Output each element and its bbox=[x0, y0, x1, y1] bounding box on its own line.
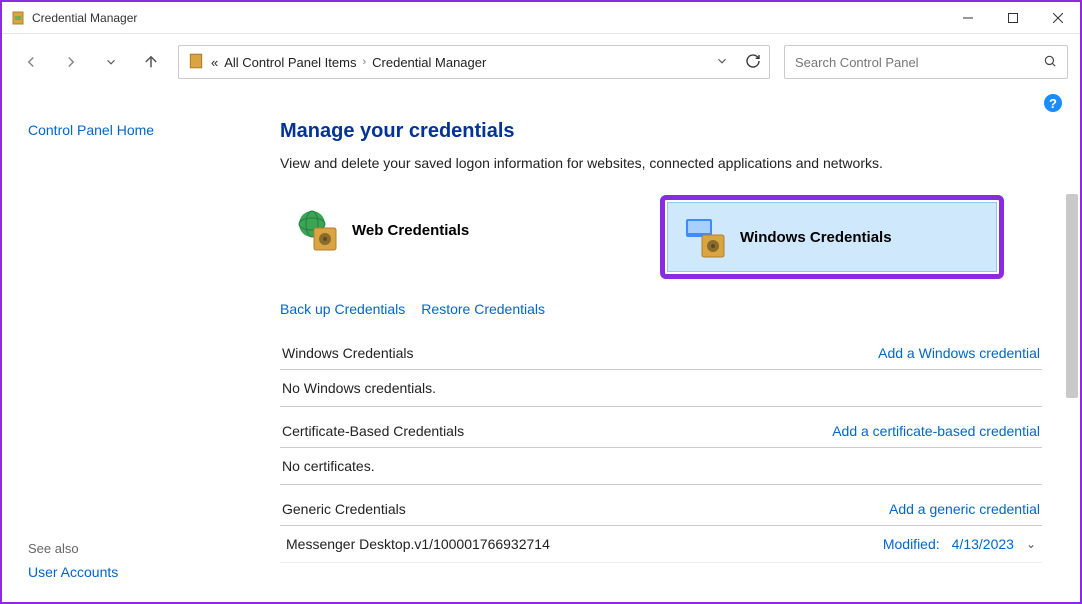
globe-safe-icon bbox=[296, 208, 340, 252]
minimize-button[interactable] bbox=[945, 3, 990, 33]
highlight-box: Windows Credentials bbox=[660, 195, 1004, 279]
main-panel: Manage your credentials View and delete … bbox=[262, 90, 1080, 602]
modified-date: 4/13/2023 bbox=[952, 536, 1014, 552]
breadcrumb-item[interactable]: All Control Panel Items bbox=[224, 55, 356, 70]
nav-back-button[interactable] bbox=[14, 45, 48, 79]
section-title: Certificate-Based Credentials bbox=[282, 423, 464, 439]
section-title: Windows Credentials bbox=[282, 345, 414, 361]
window-title: Credential Manager bbox=[32, 11, 945, 25]
windows-credentials-section: Windows Credentials Add a Windows creden… bbox=[280, 337, 1042, 407]
page-title: Manage your credentials bbox=[280, 120, 1042, 143]
search-box[interactable] bbox=[784, 45, 1068, 79]
nav-forward-button[interactable] bbox=[54, 45, 88, 79]
windows-credentials-tile[interactable]: Windows Credentials bbox=[667, 202, 997, 272]
add-certificate-credential-link[interactable]: Add a certificate-based credential bbox=[832, 423, 1040, 439]
credential-name: Messenger Desktop.v1/100001766932714 bbox=[286, 536, 550, 552]
web-credentials-tile[interactable]: Web Credentials bbox=[280, 195, 600, 265]
control-panel-home-link[interactable]: Control Panel Home bbox=[28, 122, 262, 138]
sidebar: Control Panel Home See also User Account… bbox=[2, 90, 262, 602]
breadcrumb-item[interactable]: Credential Manager bbox=[372, 55, 486, 70]
restore-credentials-link[interactable]: Restore Credentials bbox=[421, 301, 545, 317]
content-area: ? Control Panel Home See also User Accou… bbox=[2, 90, 1080, 602]
web-credentials-label: Web Credentials bbox=[352, 222, 469, 239]
titlebar: Credential Manager bbox=[2, 2, 1080, 34]
add-windows-credential-link[interactable]: Add a Windows credential bbox=[878, 345, 1040, 361]
recent-dropdown-icon[interactable] bbox=[94, 45, 128, 79]
address-dropdown-icon[interactable] bbox=[715, 54, 729, 71]
credential-row[interactable]: Messenger Desktop.v1/100001766932714 Mod… bbox=[280, 526, 1042, 563]
window-controls bbox=[945, 3, 1080, 33]
chevron-down-icon[interactable]: ⌄ bbox=[1026, 537, 1036, 551]
modified-label: Modified: bbox=[883, 536, 940, 552]
see-also-label: See also bbox=[28, 541, 262, 556]
section-title: Generic Credentials bbox=[282, 501, 406, 517]
search-input[interactable] bbox=[795, 55, 1043, 70]
add-generic-credential-link[interactable]: Add a generic credential bbox=[889, 501, 1040, 517]
windows-credentials-label: Windows Credentials bbox=[740, 229, 892, 246]
search-icon[interactable] bbox=[1043, 54, 1057, 71]
generic-credentials-section: Generic Credentials Add a generic creden… bbox=[280, 493, 1042, 563]
nav-up-button[interactable] bbox=[134, 45, 168, 79]
action-links: Back up Credentials Restore Credentials bbox=[280, 301, 1042, 317]
maximize-button[interactable] bbox=[990, 3, 1035, 33]
page-description: View and delete your saved logon informa… bbox=[280, 155, 1042, 171]
user-accounts-link[interactable]: User Accounts bbox=[28, 564, 262, 580]
folder-icon bbox=[187, 52, 205, 73]
refresh-button[interactable] bbox=[745, 53, 761, 72]
credential-type-tiles: Web Credentials Windows Credentials bbox=[280, 195, 1042, 279]
breadcrumb-prefix: « bbox=[211, 55, 218, 70]
monitor-safe-icon bbox=[684, 215, 728, 259]
app-icon bbox=[10, 10, 26, 26]
address-bar[interactable]: « All Control Panel Items › Credential M… bbox=[178, 45, 770, 79]
close-button[interactable] bbox=[1035, 3, 1080, 33]
toolbar: « All Control Panel Items › Credential M… bbox=[2, 34, 1080, 90]
certificate-credentials-section: Certificate-Based Credentials Add a cert… bbox=[280, 415, 1042, 485]
backup-credentials-link[interactable]: Back up Credentials bbox=[280, 301, 405, 317]
section-empty-text: No certificates. bbox=[280, 448, 1042, 485]
chevron-right-icon: › bbox=[362, 56, 366, 68]
section-empty-text: No Windows credentials. bbox=[280, 370, 1042, 407]
